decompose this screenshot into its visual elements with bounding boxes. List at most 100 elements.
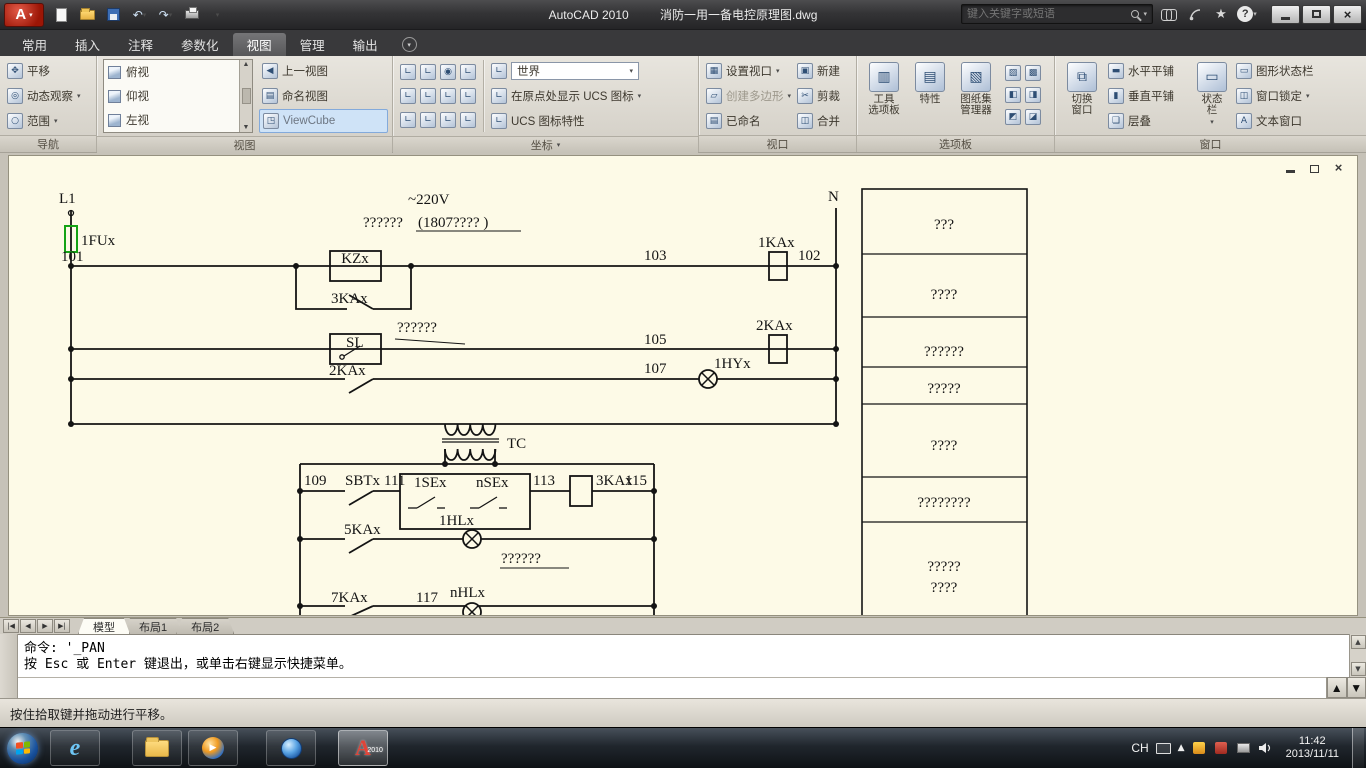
taskbar-autocad-button[interactable]: A2010 xyxy=(338,730,388,766)
open-button[interactable] xyxy=(76,5,99,25)
plot-button[interactable] xyxy=(180,5,203,25)
spinner-down-icon[interactable]: ▼ xyxy=(1347,677,1366,698)
document-restore-button[interactable] xyxy=(1307,161,1322,174)
ucs-x-icon[interactable]: ∟ xyxy=(420,112,436,128)
view-left-item[interactable]: 左视 xyxy=(104,108,239,132)
tab-home[interactable]: 常用 xyxy=(8,33,61,56)
visualstyles-palette-icon[interactable]: ◪ xyxy=(1025,109,1041,125)
last-layout-button[interactable]: ▶| xyxy=(54,619,70,633)
quickcalc-palette-icon[interactable]: ◧ xyxy=(1005,87,1021,103)
panel-title-navigate[interactable]: 导航 xyxy=(0,135,96,152)
ucs-3point-icon[interactable]: ∟ xyxy=(400,112,416,128)
tab-output[interactable]: 输出 xyxy=(339,33,392,56)
tool-palettes-button[interactable]: ▥工具 选项板 xyxy=(861,58,907,133)
ucs-previous-icon[interactable]: ∟ xyxy=(420,64,436,80)
taskbar-ie-button[interactable]: e xyxy=(50,730,100,766)
volume-button[interactable] xyxy=(1258,742,1273,755)
tray-app-button-2[interactable] xyxy=(1214,742,1229,755)
model-space-canvas[interactable]: L1 N ~220V ?????? (1807???? ) 1FUx 101 K… xyxy=(8,155,1358,616)
show-desktop-button[interactable] xyxy=(1352,728,1364,768)
document-close-button[interactable]: × xyxy=(1331,161,1346,174)
previous-layout-button[interactable]: ◀ xyxy=(20,619,36,633)
panel-title-views[interactable]: 视图 xyxy=(97,136,392,153)
named-views-button[interactable]: ▤命名视图 xyxy=(259,84,388,108)
panel-title-viewports[interactable]: 视口 xyxy=(699,135,856,152)
sheet-set-manager-button[interactable]: ▧图纸集 管理器 xyxy=(953,58,999,133)
first-layout-button[interactable]: |◀ xyxy=(3,619,19,633)
taskbar-explorer-button[interactable] xyxy=(132,730,182,766)
undo-button[interactable]: ↶▾ xyxy=(128,5,151,25)
join-viewport-button[interactable]: ◫合并 xyxy=(794,109,843,133)
tab-insert[interactable]: 插入 xyxy=(61,33,114,56)
tab-annotate[interactable]: 注释 xyxy=(114,33,167,56)
printer-tray-button[interactable] xyxy=(1236,742,1251,755)
show-hidden-icons-button[interactable]: ▲ xyxy=(1178,743,1185,753)
ucs-y-icon[interactable]: ∟ xyxy=(440,112,456,128)
tile-vertically-button[interactable]: ▮垂直平铺 xyxy=(1105,84,1191,108)
panel-title-coordinates[interactable]: 坐标▾ xyxy=(393,136,698,153)
panel-title-palettes[interactable]: 选项板 xyxy=(857,135,1054,152)
minimize-ribbon-button[interactable]: ▾ xyxy=(402,37,417,52)
show-ucs-origin-button[interactable]: ∟在原点处显示 UCS 图标▾ xyxy=(488,84,694,108)
favorites-button[interactable]: ★ xyxy=(1211,4,1231,24)
new-button[interactable] xyxy=(50,5,73,25)
legend-table[interactable] xyxy=(862,189,1027,615)
lights-palette-icon[interactable]: ◨ xyxy=(1025,87,1041,103)
save-button[interactable] xyxy=(102,5,125,25)
ucs-origin-icon[interactable]: ∟ xyxy=(440,88,456,104)
status-bar-toggle-button[interactable]: ▭状态 栏▾ xyxy=(1191,58,1233,133)
transformer-secondary-coil[interactable] xyxy=(445,449,495,460)
command-scrollbar[interactable]: ▲ ▼ xyxy=(1349,634,1366,677)
panel-title-window[interactable]: 窗口 xyxy=(1055,135,1366,152)
pan-button[interactable]: ✥平移 xyxy=(4,59,92,83)
next-layout-button[interactable]: ▶ xyxy=(37,619,53,633)
command-input-grip[interactable] xyxy=(0,677,18,698)
tab-view[interactable]: 视图 xyxy=(233,33,286,56)
ucs-icon[interactable]: ∟ xyxy=(400,64,416,80)
tile-horizontally-button[interactable]: ▬水平平铺 xyxy=(1105,59,1191,83)
ucs-combo[interactable]: 世界▾ xyxy=(511,62,639,80)
dbconnect-palette-icon[interactable]: ▨ xyxy=(1005,65,1021,81)
scrollbar-thumb[interactable] xyxy=(242,88,251,104)
tab-model[interactable]: 模型 xyxy=(78,618,130,634)
ucs-face-icon[interactable]: ∟ xyxy=(400,88,416,104)
minimize-button[interactable] xyxy=(1271,5,1300,24)
help-search-input[interactable] xyxy=(967,8,1127,20)
schematic-canvas[interactable]: L1 N ~220V ?????? (1807???? ) 1FUx 101 K… xyxy=(9,156,1357,615)
viewport-config-button[interactable]: ▦设置视口▾ xyxy=(703,59,794,83)
taskbar-browser-button[interactable] xyxy=(266,730,316,766)
language-indicator[interactable]: CH xyxy=(1131,741,1148,755)
lamp-nhlx[interactable] xyxy=(463,603,481,615)
clip-viewport-button[interactable]: ✂剪裁 xyxy=(794,84,843,108)
command-window-grip[interactable] xyxy=(0,634,18,677)
ime-keyboard-button[interactable] xyxy=(1156,742,1171,755)
application-menu-button[interactable]: A ▾ xyxy=(4,3,44,27)
switch-windows-button[interactable]: ⧉切换 窗口 xyxy=(1059,58,1105,133)
contact-7kax-blade[interactable] xyxy=(351,606,373,615)
ucs-object-icon[interactable]: ∟ xyxy=(460,64,476,80)
contact-2kax-blade[interactable] xyxy=(349,379,373,393)
orbit-button[interactable]: ◎动态观察▾ xyxy=(4,84,92,108)
create-polygonal-button[interactable]: ▱创建多边形▾ xyxy=(703,84,794,108)
named-viewports-button[interactable]: ▤已命名 xyxy=(703,109,794,133)
view-list-scrollbar[interactable]: ▲ ▼ xyxy=(239,60,252,132)
transformer-primary-coil[interactable] xyxy=(445,424,495,435)
start-button[interactable] xyxy=(7,733,38,764)
window-lock-button[interactable]: ◫窗口锁定▾ xyxy=(1233,84,1333,108)
contact-5kax-blade[interactable] xyxy=(349,539,373,553)
spinner-up-icon[interactable]: ▲ xyxy=(1327,677,1347,698)
exchange-search-button[interactable] xyxy=(1159,4,1179,24)
ucs-world-small-icon[interactable]: ◉ xyxy=(440,64,456,80)
help-button[interactable]: ?▾ xyxy=(1237,4,1257,24)
taskbar-media-player-button[interactable]: ▶ xyxy=(188,730,238,766)
qat-customize-button[interactable]: ▾ xyxy=(206,5,229,25)
contact-sbtx-blade[interactable] xyxy=(349,491,373,505)
ucs-view-icon[interactable]: ∟ xyxy=(420,88,436,104)
previous-view-button[interactable]: ◀上一视图 xyxy=(259,59,388,83)
close-button[interactable]: × xyxy=(1333,5,1362,24)
taskbar-clock[interactable]: 11:42 2013/11/11 xyxy=(1280,735,1345,761)
view-top-item[interactable]: 俯视 xyxy=(104,60,239,84)
drawing-status-bar-button[interactable]: ▭图形状态栏 xyxy=(1233,59,1333,83)
tab-layout1[interactable]: 布局1 xyxy=(124,618,182,634)
ucs-icon-properties-button[interactable]: ∟UCS 图标特性 xyxy=(488,109,694,133)
